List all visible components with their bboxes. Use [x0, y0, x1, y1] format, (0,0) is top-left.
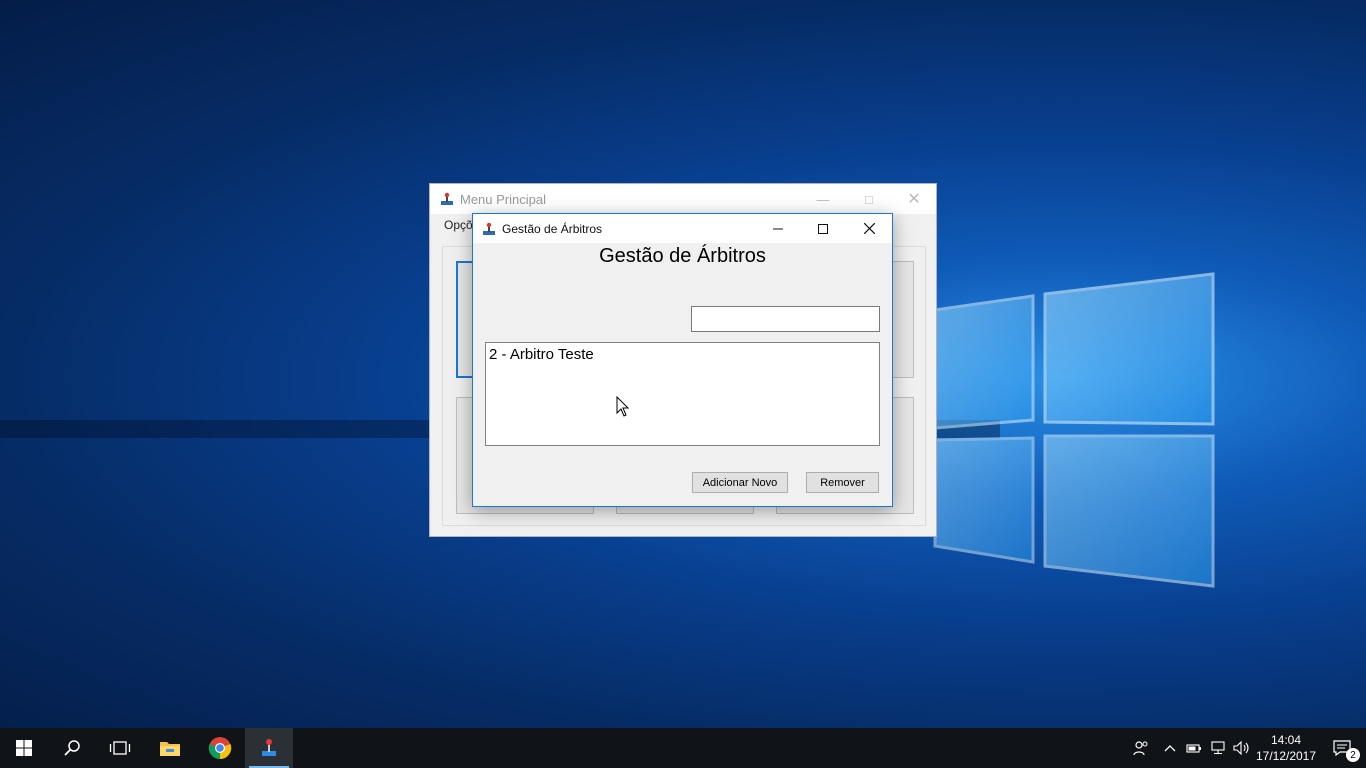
- app-icon: [440, 192, 454, 206]
- maximize-icon[interactable]: □: [846, 184, 892, 214]
- add-new-button[interactable]: Adicionar Novo: [692, 472, 788, 493]
- app-taskbar-button[interactable]: [245, 728, 293, 768]
- maximize-icon[interactable]: [800, 214, 846, 243]
- system-tray: 14:04 17/12/2017 2: [1124, 728, 1366, 768]
- app-icon: [482, 222, 496, 236]
- windows-logo-wallpaper: [895, 270, 1225, 600]
- minimize-icon[interactable]: —: [800, 184, 846, 214]
- battery-icon[interactable]: [1182, 728, 1206, 768]
- network-icon[interactable]: [1206, 728, 1230, 768]
- minimize-icon[interactable]: [755, 214, 801, 243]
- volume-icon[interactable]: [1230, 728, 1254, 768]
- window-title: Gestão de Árbitros: [502, 221, 603, 236]
- arbitros-listbox[interactable]: 2 - Arbitro Teste: [485, 342, 880, 446]
- gestao-arbitros-titlebar[interactable]: Gestão de Árbitros: [473, 214, 892, 243]
- window-title: Menu Principal: [460, 191, 546, 207]
- clock[interactable]: 14:04 17/12/2017: [1254, 732, 1318, 764]
- chevron-up-icon[interactable]: [1158, 728, 1182, 768]
- close-icon[interactable]: [846, 214, 892, 243]
- task-view-icon[interactable]: [96, 728, 144, 768]
- chrome-icon[interactable]: [196, 728, 244, 768]
- clock-date: 17/12/2017: [1255, 749, 1317, 763]
- mouse-cursor-icon: [616, 395, 630, 418]
- page-title: Gestão de Árbitros: [599, 245, 766, 267]
- gestao-arbitros-window[interactable]: Gestão de Árbitros Gestão de Árbitros 2 …: [472, 213, 893, 507]
- taskbar: 14:04 17/12/2017 2: [0, 728, 1366, 768]
- search-icon[interactable]: [48, 728, 96, 768]
- people-icon[interactable]: [1124, 728, 1158, 768]
- notification-center-icon[interactable]: 2: [1318, 728, 1366, 768]
- notification-badge: 2: [1346, 748, 1360, 762]
- clock-time: 14:04: [1270, 733, 1302, 747]
- menu-item-opcoes[interactable]: Opçõ: [444, 218, 473, 232]
- start-icon[interactable]: [0, 728, 48, 768]
- remove-button[interactable]: Remover: [806, 472, 879, 493]
- menu-principal-titlebar[interactable]: Menu Principal — □ ✕: [430, 184, 936, 214]
- close-icon[interactable]: ✕: [891, 184, 937, 214]
- file-explorer-icon[interactable]: [146, 728, 194, 768]
- list-item[interactable]: 2 - Arbitro Teste: [486, 343, 879, 366]
- search-input[interactable]: [691, 306, 880, 332]
